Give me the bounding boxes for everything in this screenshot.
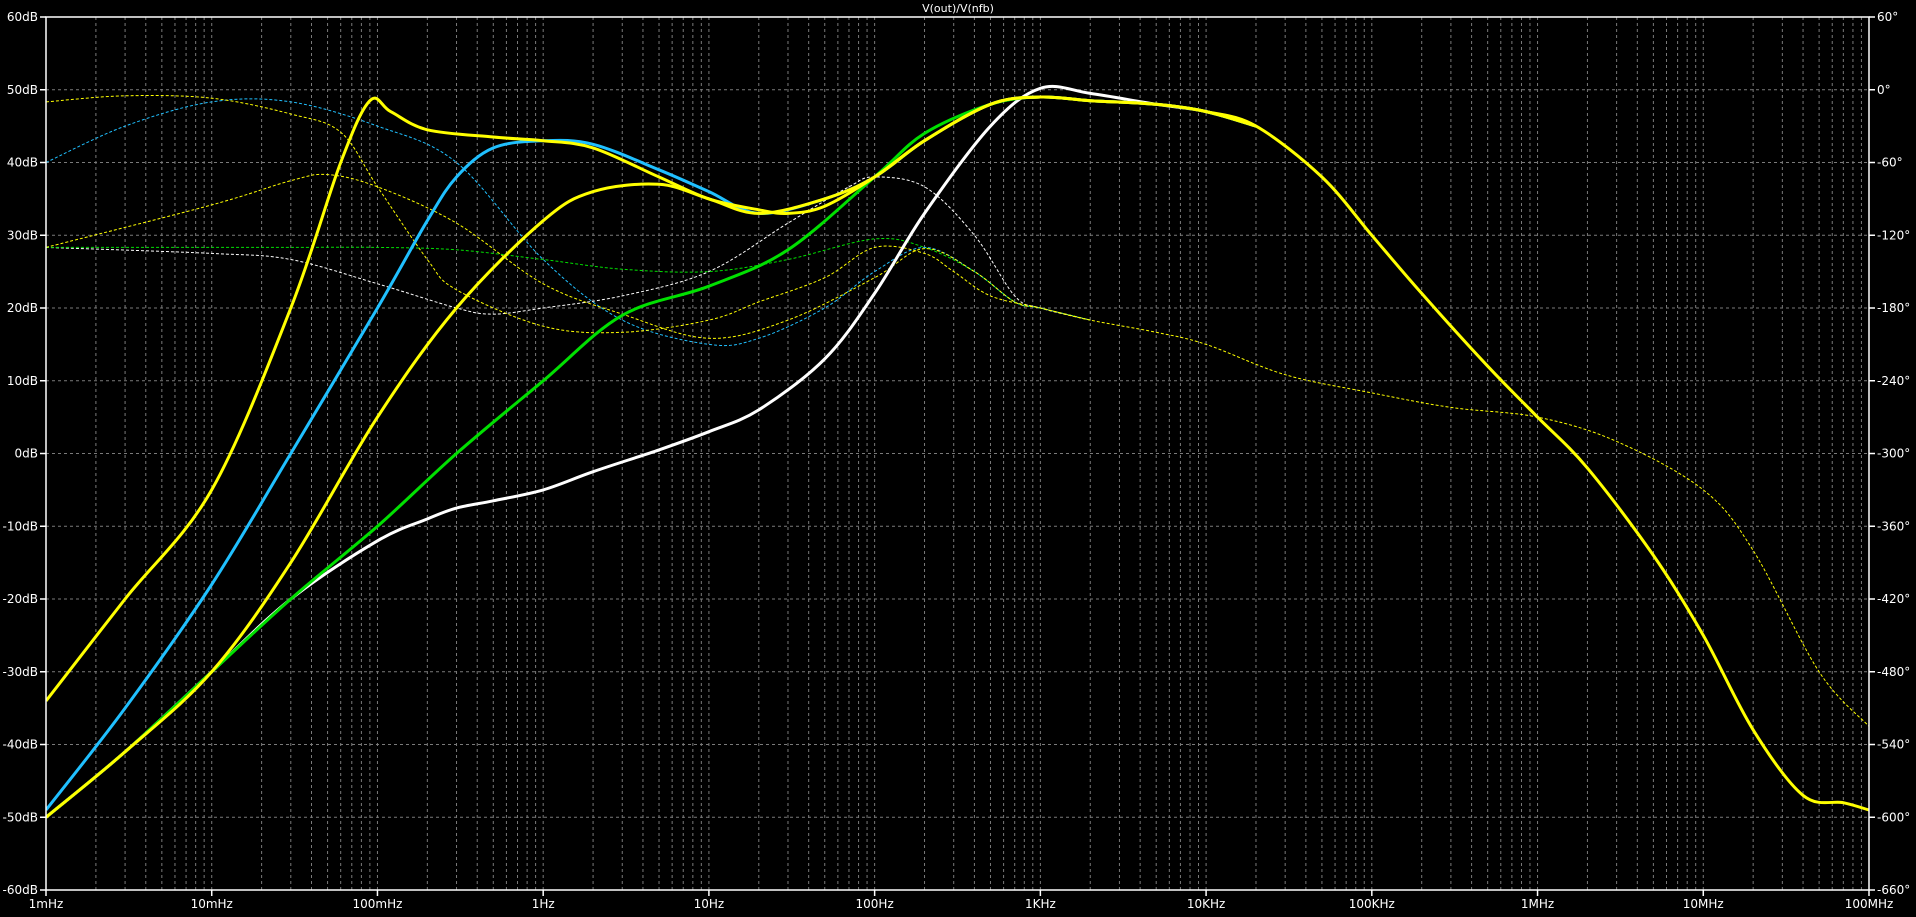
y-tick-label: 50dB: [7, 83, 38, 97]
x-tick-label: 100mHz: [352, 897, 402, 911]
y2-tick-label: -60°: [1877, 156, 1903, 170]
y2-tick-label: -660°: [1877, 883, 1910, 897]
y-tick-label: 60dB: [7, 10, 38, 24]
y2-tick-label: -180°: [1877, 301, 1910, 315]
y2-tick-label: 60°: [1877, 10, 1898, 24]
x-tick-label: 1MHz: [1521, 897, 1554, 911]
y-tick-label: 30dB: [7, 228, 38, 242]
y-tick-label: -20dB: [3, 592, 38, 606]
x-tick-label: 10mHz: [191, 897, 233, 911]
chart-title: V(out)/V(nfb): [922, 2, 994, 15]
bode-plot: 1mHz 10mHz 100mHz 1Hz 10Hz 100Hz 1KHz 10KHz 100K…: [0, 0, 1916, 917]
y2-tick-label: -480°: [1877, 665, 1910, 679]
y2-tick-label: -540°: [1877, 738, 1910, 752]
y-tick-label: 40dB: [7, 156, 38, 170]
x-tick-label: 100KHz: [1349, 897, 1395, 911]
y-tick-label: -50dB: [3, 810, 38, 824]
y-tick-label: -60dB: [3, 883, 38, 897]
x-tick-label: 1KHz: [1025, 897, 1056, 911]
y-tick-label: 0dB: [15, 447, 38, 461]
y-tick-label: 10dB: [7, 374, 38, 388]
x-tick-label: 1mHz: [29, 897, 64, 911]
y2-tick-label: -300°: [1877, 447, 1910, 461]
x-tick-label: 1Hz: [532, 897, 555, 911]
y-tick-label: -10dB: [3, 519, 38, 533]
y2-tick-label: -420°: [1877, 592, 1910, 606]
y2-tick-label: -360°: [1877, 519, 1910, 533]
y-tick-label: -40dB: [3, 738, 38, 752]
y-tick-label: 20dB: [7, 301, 38, 315]
x-tick-label: 10KHz: [1187, 897, 1225, 911]
x-tick-label: 100MHz: [1845, 897, 1894, 911]
y-tick-label: -30dB: [3, 665, 38, 679]
y2-tick-label: -600°: [1877, 810, 1910, 824]
y2-tick-label: -240°: [1877, 374, 1910, 388]
x-tick-label: 10MHz: [1683, 897, 1724, 911]
y2-tick-label: 0°: [1877, 83, 1891, 97]
y2-tick-label: -120°: [1877, 228, 1910, 242]
x-tick-label: 100Hz: [856, 897, 894, 911]
x-tick-label: 10Hz: [694, 897, 725, 911]
